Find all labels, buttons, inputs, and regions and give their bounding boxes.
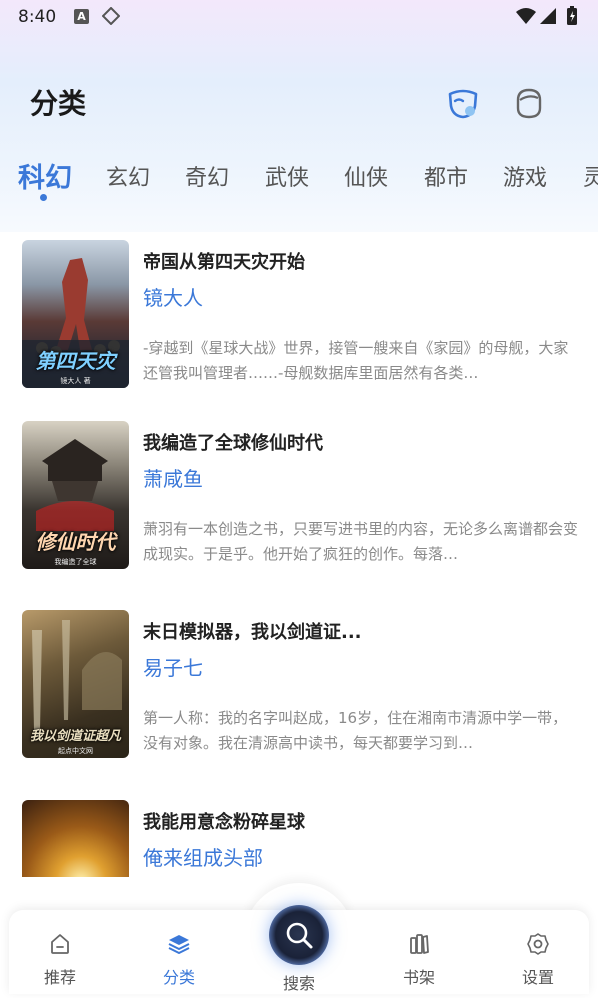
a-badge-icon: A (74, 9, 89, 24)
book-description: 萧羽有一本创造之书，只要写进书里的内容，无论多么离谱都会变成现实。于是乎。他开始… (143, 520, 578, 563)
book-title: 末日模拟器，我以剑道证... (143, 622, 362, 643)
book-title: 帝国从第四天灾开始 (143, 252, 305, 273)
nav-label: 推荐 (43, 968, 76, 987)
nav-label: 分类 (162, 968, 195, 987)
page-title: 分类 (30, 87, 87, 120)
home-icon (51, 934, 69, 954)
book-cover: 修仙时代 我编造了全球 (22, 421, 129, 569)
cover-subtitle: 镜大人 著 (60, 377, 91, 385)
search-button[interactable] (269, 905, 329, 965)
book-description: 第一人称：我的名字叫赵成，16岁，住在湘南市清源中学一带，没有对象。我在清源高中… (143, 709, 568, 752)
book-description: -穿越到《星球大战》世界，接管一艘来自《家园》的母舰，大家还管我叫管理者……-母… (143, 339, 569, 382)
nav-category[interactable]: 分类 (139, 910, 219, 994)
mask-icon[interactable] (446, 86, 480, 120)
book-author: 镜大人 (143, 286, 203, 310)
nav-label: 设置 (521, 968, 554, 987)
tab-xianxia[interactable]: 仙侠 (344, 160, 388, 192)
cover-subtitle: 我编造了全球 (54, 558, 97, 566)
search-label: 搜索 (282, 974, 315, 993)
tab-urban[interactable]: 都市 (424, 160, 468, 192)
book-item[interactable]: 第四天灾 镜大人 著 帝国从第四天灾开始 镜大人 -穿越到《星球大战》世界，接管… (0, 232, 598, 402)
signal-icon (540, 8, 556, 24)
tab-game[interactable]: 游戏 (503, 160, 547, 192)
tag-icon (102, 7, 120, 25)
book-title: 我能用意念粉碎星球 (143, 812, 305, 833)
bookshelf-icon (410, 934, 429, 954)
nav-bookshelf[interactable]: 书架 (379, 910, 459, 994)
tab-xuanhuan[interactable]: 玄幻 (106, 160, 150, 192)
gear-icon (527, 933, 549, 955)
cover-title: 修仙时代 (35, 530, 116, 554)
category-tabs: 科幻 玄幻 奇幻 武侠 仙侠 都市 游戏 灵 (0, 152, 598, 202)
book-author: 易子七 (143, 656, 203, 680)
wifi-icon (516, 8, 536, 24)
status-time: 8:40 (18, 7, 57, 27)
book-cover: 第四天灾 镜大人 著 (22, 240, 129, 388)
nav-settings[interactable]: 设置 (498, 910, 578, 994)
tab-wuxia[interactable]: 武侠 (265, 160, 309, 192)
book-author: 俺来组成头部 (143, 846, 263, 870)
active-tab-indicator (40, 194, 47, 201)
cover-title: 我以剑道证超凡 (29, 729, 121, 744)
tab-ling[interactable]: 灵 (583, 160, 598, 192)
book-item[interactable]: 我能用意念粉碎星球 俺来组成头部 (0, 792, 598, 877)
book-item[interactable]: 修仙时代 我编造了全球 我编造了全球修仙时代 萧咸鱼 萧羽有一本创造之书，只要写… (0, 413, 598, 583)
book-cover: 我以剑道证超凡 起点中文网 (22, 610, 129, 758)
book-title: 我编造了全球修仙时代 (143, 433, 323, 454)
cover-title: 第四天灾 (35, 349, 116, 373)
battery-icon (567, 6, 577, 25)
book-list: 第四天灾 镜大人 著 帝国从第四天灾开始 镜大人 -穿越到《星球大战》世界，接管… (0, 232, 598, 877)
layers-icon (168, 935, 190, 954)
tab-fantasy[interactable]: 奇幻 (185, 160, 229, 192)
tab-scifi[interactable]: 科幻 (18, 156, 72, 195)
nav-recommend[interactable]: 推荐 (20, 910, 100, 994)
book-author: 萧咸鱼 (143, 467, 203, 491)
nav-label: 书架 (402, 968, 435, 987)
book-item[interactable]: 我以剑道证超凡 起点中文网 末日模拟器，我以剑道证... 易子七 第一人称：我的… (0, 602, 598, 772)
search-icon (286, 922, 313, 949)
status-bar: 8:40 A (0, 0, 598, 34)
book-cover (22, 800, 129, 877)
profile-icon[interactable] (512, 86, 546, 120)
cover-subtitle: 起点中文网 (58, 747, 93, 755)
